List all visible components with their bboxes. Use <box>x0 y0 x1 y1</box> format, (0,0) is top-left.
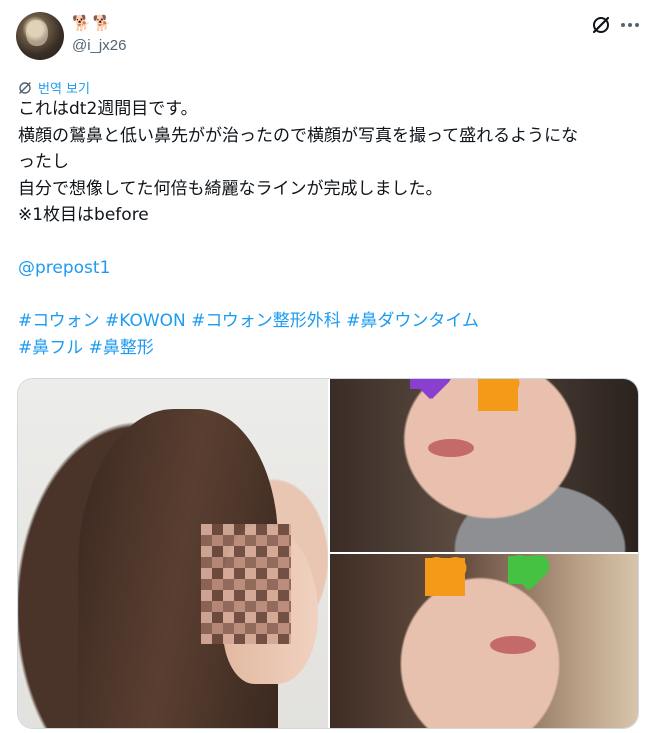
photo-before-profile[interactable] <box>18 379 328 728</box>
heart-sticker-icon <box>410 379 436 389</box>
lips <box>490 636 536 654</box>
photo-after-1[interactable] <box>330 379 638 552</box>
tweet-line: 横顔の鷲鼻と低い鼻先がが治ったので横顔が写真を撮って盛れるようにな <box>18 125 579 146</box>
hashtag-link[interactable]: #KOWON <box>105 311 186 331</box>
translate-icon <box>19 81 31 94</box>
hashtag-link[interactable]: #コウォン整形外科 <box>191 311 341 331</box>
mention-link[interactable]: @prepost1 <box>18 258 110 278</box>
mosaic-censor <box>201 524 291 644</box>
lips <box>428 439 474 457</box>
translate-label[interactable]: 번역 보기 <box>38 78 90 97</box>
heart-sticker-icon <box>478 379 518 411</box>
tweet-text: これはdt2週間目です。 横顔の鷲鼻と低い鼻先がが治ったので横顔が写真を撮って盛… <box>18 96 638 361</box>
user-handle[interactable]: @i_jx26 <box>72 37 126 54</box>
translate-link[interactable]: 번역 보기 <box>18 78 90 97</box>
tweet-line: ったし <box>18 152 69 172</box>
hashtag-link[interactable]: #コウォン <box>18 311 100 331</box>
avatar[interactable] <box>16 12 64 60</box>
tweet-header: 🐕 🐕 @i_jx26 <box>16 12 639 62</box>
dog-emoji: 🐕 <box>72 15 91 32</box>
display-name[interactable]: 🐕 🐕 <box>72 15 111 33</box>
photo-after-2[interactable] <box>330 554 638 728</box>
grok-icon[interactable] <box>590 14 612 36</box>
tweet-line: ※1枚目はbefore <box>18 205 149 225</box>
hashtag-link[interactable]: #鼻ダウンタイム <box>346 311 479 331</box>
dog-emoji: 🐕 <box>92 15 112 32</box>
tweet-line: 自分で想像してた何倍も綺麗なラインが完成しました。 <box>18 178 443 199</box>
hashtag-link[interactable]: #鼻フル <box>18 338 83 358</box>
heart-sticker-icon <box>425 558 465 596</box>
hashtag-link[interactable]: #鼻整形 <box>89 338 154 358</box>
tweet-line: これはdt2週間目です。 <box>18 99 198 119</box>
heart-sticker-icon <box>508 556 538 584</box>
media-grid <box>17 378 639 729</box>
more-horizontal-icon[interactable] <box>620 14 640 36</box>
